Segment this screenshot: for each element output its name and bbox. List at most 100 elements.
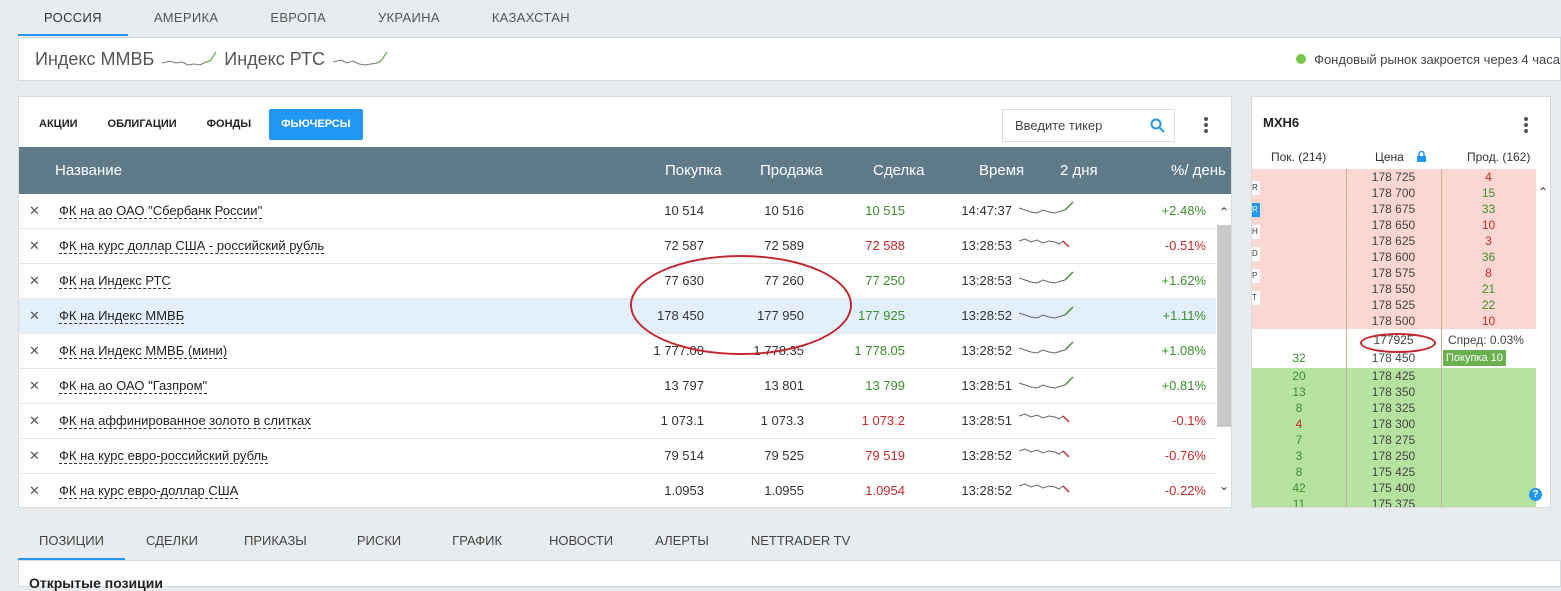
orderbook-scroll-up-icon[interactable]: ⌃ xyxy=(1536,185,1550,199)
bid-row[interactable]: 11 175 375 xyxy=(1252,496,1536,507)
tab-kazakhstan[interactable]: КАЗАХСТАН xyxy=(466,0,596,36)
bid-row[interactable]: 3 178 250 xyxy=(1252,448,1536,464)
col-2days[interactable]: 2 дня xyxy=(1060,147,1098,194)
bid-qty: 8 xyxy=(1295,401,1303,415)
search-icon[interactable] xyxy=(1150,118,1165,133)
ticker-search-input[interactable]: Введите тикер xyxy=(1002,109,1175,142)
ask-qty: 10 xyxy=(1481,314,1496,328)
remove-row-icon[interactable]: ✕ xyxy=(29,334,40,368)
tab-funds[interactable]: ФОНДЫ xyxy=(195,109,264,140)
row-name[interactable]: ФК на Индекс ММВБ (мини) xyxy=(59,344,228,359)
quotes-scrollbar[interactable]: ⌃ ⌄ xyxy=(1217,205,1231,505)
col-bid[interactable]: Покупка xyxy=(665,147,722,194)
side-button[interactable]: R xyxy=(1252,181,1260,195)
lock-icon[interactable] xyxy=(1417,151,1426,162)
ask-row[interactable]: 178 525 22 xyxy=(1252,297,1536,313)
row-time: 13:28:53 xyxy=(961,238,1012,253)
row-name[interactable]: ФК на Индекс РТС xyxy=(59,274,171,289)
ask-row[interactable]: 178 700 15 xyxy=(1252,185,1536,201)
tab-positions[interactable]: ПОЗИЦИИ xyxy=(18,524,125,560)
row-name[interactable]: ФК на аффинированное золото в слитках xyxy=(59,414,311,429)
side-button[interactable]: P xyxy=(1252,269,1260,283)
ask-row[interactable]: 178 725 4 xyxy=(1252,169,1536,185)
table-row[interactable]: ✕ ФК на Индекс ММВБ 178 450 177 950 177 925 1… xyxy=(19,299,1216,334)
bid-row[interactable]: 20 178 425 xyxy=(1252,368,1536,384)
buy-order-badge[interactable]: Покупка 10 xyxy=(1443,350,1506,366)
remove-row-icon[interactable]: ✕ xyxy=(29,474,40,508)
row-last: 177 925 xyxy=(858,308,905,323)
tab-america[interactable]: АМЕРИКА xyxy=(128,0,245,36)
tab-bonds[interactable]: ОБЛИГАЦИИ xyxy=(96,109,189,140)
ask-row[interactable]: 178 650 10 xyxy=(1252,217,1536,233)
index-rts-label[interactable]: Индекс РТС xyxy=(224,49,325,70)
table-row[interactable]: ✕ ФК на курс доллар США - российский рубл… xyxy=(19,229,1216,264)
col-last[interactable]: Сделка xyxy=(873,147,924,194)
table-row[interactable]: ✕ ФК на Индекс ММВБ (мини) 1 777.00 1 778.3… xyxy=(19,334,1216,369)
tab-chart[interactable]: ГРАФИК xyxy=(426,524,528,560)
row-name[interactable]: ФК на курс евро-доллар США xyxy=(59,484,239,499)
bid-row[interactable]: 42 175 400 xyxy=(1252,480,1536,496)
tab-futures[interactable]: ФЬЮЧЕРСЫ xyxy=(269,109,363,140)
row-time: 13:28:53 xyxy=(961,273,1012,288)
side-button[interactable]: T xyxy=(1252,291,1260,305)
row-name[interactable]: ФК на Индекс ММВБ xyxy=(59,309,185,324)
remove-row-icon[interactable]: ✕ xyxy=(29,369,40,403)
tab-nettrader-tv[interactable]: NETTRADER TV xyxy=(730,524,871,560)
remove-row-icon[interactable]: ✕ xyxy=(29,229,40,263)
table-row[interactable]: ✕ ФК на аффинированное золото в слитках 1 … xyxy=(19,404,1216,439)
ask-row[interactable]: 178 625 3 xyxy=(1252,233,1536,249)
index-micex-label[interactable]: Индекс ММВБ xyxy=(35,49,154,70)
side-button[interactable]: D xyxy=(1252,247,1260,261)
tab-stocks[interactable]: АКЦИИ xyxy=(27,109,90,140)
bid-row[interactable]: 7 178 275 xyxy=(1252,432,1536,448)
remove-row-icon[interactable]: ✕ xyxy=(29,264,40,298)
remove-row-icon[interactable]: ✕ xyxy=(29,299,40,333)
row-name[interactable]: ФК на ао ОАО "Сбербанк России" xyxy=(59,204,263,219)
orderbook-scrollbar[interactable]: ⌃ xyxy=(1536,169,1550,507)
col-time[interactable]: Время xyxy=(979,147,1024,194)
remove-row-icon[interactable]: ✕ xyxy=(29,194,40,228)
col-ask[interactable]: Продажа xyxy=(760,147,823,194)
quotes-menu-icon[interactable] xyxy=(1201,115,1211,135)
bid-row[interactable]: 8 178 325 xyxy=(1252,400,1536,416)
table-row[interactable]: ✕ ФК на курс евро-российский рубль 79 514 7… xyxy=(19,439,1216,474)
row-time: 13:28:52 xyxy=(961,343,1012,358)
col-change[interactable]: %/ день xyxy=(1171,147,1226,194)
ask-row[interactable]: 178 675 33 xyxy=(1252,201,1536,217)
ask-row[interactable]: 178 500 10 xyxy=(1252,313,1536,329)
bid-row[interactable]: 8 175 425 xyxy=(1252,464,1536,480)
scroll-thumb[interactable] xyxy=(1217,225,1231,427)
side-button[interactable]: H xyxy=(1252,225,1260,239)
row-name[interactable]: ФК на курс доллар США - российский рубль xyxy=(59,239,325,254)
tab-europe[interactable]: ЕВРОПА xyxy=(244,0,352,36)
side-button[interactable]: R xyxy=(1252,203,1260,217)
scroll-up-icon[interactable]: ⌃ xyxy=(1217,205,1231,219)
tab-trades[interactable]: СДЕЛКИ xyxy=(125,524,219,560)
bid-row[interactable]: 4 178 300 xyxy=(1252,416,1536,432)
tab-ukraine[interactable]: УКРАИНА xyxy=(352,0,466,36)
tab-news[interactable]: НОВОСТИ xyxy=(528,524,634,560)
col-name[interactable]: Название xyxy=(55,147,122,194)
row-name[interactable]: ФК на ао ОАО "Газпром" xyxy=(59,379,208,394)
ask-row[interactable]: 178 550 21 xyxy=(1252,281,1536,297)
remove-row-icon[interactable]: ✕ xyxy=(29,439,40,473)
table-row[interactable]: ✕ ФК на курс евро-доллар США 1.0953 1.0955 1… xyxy=(19,474,1216,509)
tab-alerts[interactable]: АЛЕРТЫ xyxy=(634,524,730,560)
orderbook-panel: MXH6 Пок. (214) Цена Прод. (162) 178 725… xyxy=(1251,96,1551,508)
help-icon[interactable]: ? xyxy=(1529,488,1542,501)
tab-risks[interactable]: РИСКИ xyxy=(332,524,426,560)
remove-row-icon[interactable]: ✕ xyxy=(29,404,40,438)
ask-row[interactable]: 178 575 8 xyxy=(1252,265,1536,281)
tab-orders[interactable]: ПРИКАЗЫ xyxy=(219,524,332,560)
orderbook-menu-icon[interactable] xyxy=(1521,115,1531,135)
row-change: -0.22% xyxy=(1164,483,1206,498)
row-name[interactable]: ФК на курс евро-российский рубль xyxy=(59,449,268,464)
scroll-down-icon[interactable]: ⌄ xyxy=(1217,479,1231,493)
table-row[interactable]: ✕ ФК на ао ОАО "Газпром" 13 797 13 801 13 79… xyxy=(19,369,1216,404)
tab-russia[interactable]: РОССИЯ xyxy=(18,0,128,36)
table-row[interactable]: ✕ ФК на Индекс РТС 77 630 77 260 77 250 13:28… xyxy=(19,264,1216,299)
table-row[interactable]: ✕ ФК на ао ОАО "Сбербанк России" 10 514 10 … xyxy=(19,194,1216,229)
ask-row[interactable]: 178 600 36 xyxy=(1252,249,1536,265)
bid-row[interactable]: 13 178 350 xyxy=(1252,384,1536,400)
row-sparkline xyxy=(1019,201,1074,214)
